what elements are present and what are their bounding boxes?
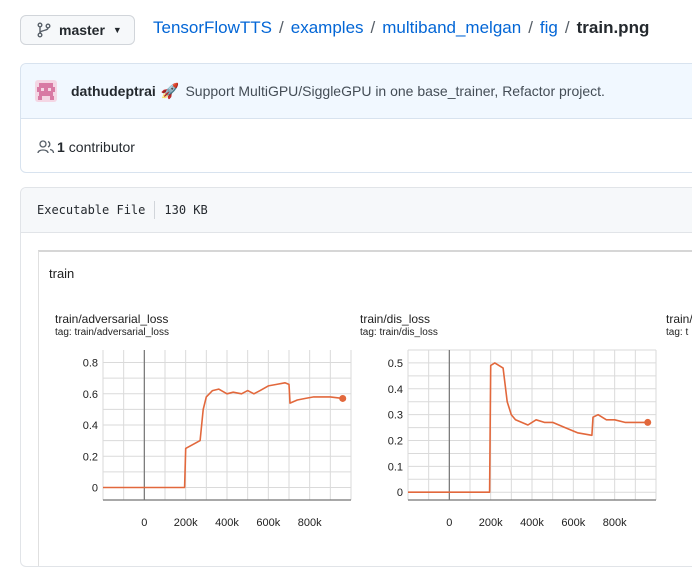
y-tick-label: 0.6 bbox=[83, 389, 98, 401]
chart-plot-1: 0 0.1 0.2 0.3 0.4 0.5 0 200k 400k 600k 800k bbox=[388, 349, 657, 529]
file-info-bar: Executable File 130 KB bbox=[21, 188, 692, 233]
latest-commit-box: dathudeptrai 🚀 Support MultiGPU/SiggleGP… bbox=[20, 63, 692, 173]
x-tick-label: 600k bbox=[561, 517, 585, 529]
y-tick-label: 0.3 bbox=[388, 410, 403, 422]
x-tick-label: 600k bbox=[256, 517, 280, 529]
x-tick-label: 200k bbox=[479, 517, 503, 529]
file-mode: Executable File bbox=[37, 203, 146, 217]
x-tick-label: 400k bbox=[215, 517, 239, 529]
commit-author-link[interactable]: dathudeptrai bbox=[71, 83, 156, 99]
file-info-divider bbox=[154, 201, 156, 219]
rocket-icon: 🚀 bbox=[160, 83, 180, 100]
y-tick-label: 0.2 bbox=[388, 436, 403, 448]
x-tick-label: 400k bbox=[520, 517, 544, 529]
breadcrumb-current-file: train.png bbox=[576, 18, 650, 37]
people-icon bbox=[37, 139, 55, 153]
branch-select-button[interactable]: master ▼ bbox=[20, 15, 135, 45]
y-tick-label: 0.5 bbox=[388, 358, 403, 370]
breadcrumb-repo-link[interactable]: TensorFlowTTS bbox=[153, 18, 272, 37]
breadcrumb-examples-link[interactable]: examples bbox=[291, 18, 364, 37]
commit-summary: dathudeptrai 🚀 Support MultiGPU/SiggleGP… bbox=[21, 64, 692, 119]
commit-message-link[interactable]: Support MultiGPU/SiggleGPU in one base_t… bbox=[185, 83, 604, 99]
x-tick-label: 0 bbox=[446, 517, 452, 529]
breadcrumb-separator: / bbox=[528, 18, 533, 37]
avatar[interactable] bbox=[35, 80, 57, 102]
image-section-title: train bbox=[49, 266, 75, 281]
x-tick-label: 800k bbox=[298, 517, 322, 529]
chart-title: train/ bbox=[666, 312, 692, 326]
breadcrumb-fig-link[interactable]: fig bbox=[540, 18, 558, 37]
breadcrumb-separator: / bbox=[279, 18, 284, 37]
y-tick-label: 0.1 bbox=[388, 461, 403, 473]
breadcrumb-separator: / bbox=[370, 18, 376, 37]
y-tick-label: 0 bbox=[397, 487, 403, 499]
chart-panel-adversarial-loss: train/adversarial_loss tag: train/advers… bbox=[55, 312, 355, 542]
x-tick-label: 800k bbox=[603, 517, 627, 529]
image-preview: train train/adversarial_loss tag: train/… bbox=[38, 250, 692, 566]
contributors-row[interactable]: 1 contributor bbox=[21, 119, 692, 174]
series-end-point bbox=[644, 418, 652, 426]
chart-plot-0: 0 0.2 0.4 0.6 0.8 0 200k 400k 600k 800k bbox=[83, 350, 352, 529]
contributor-label: contributor bbox=[68, 138, 135, 155]
breadcrumb-separator: / bbox=[564, 18, 570, 37]
y-tick-label: 0 bbox=[92, 483, 98, 495]
file-size: 130 KB bbox=[164, 203, 208, 217]
chart-subtitle: tag: t bbox=[666, 327, 689, 338]
contributor-count: 1 bbox=[57, 138, 65, 155]
breadcrumb-multiband-melgan-link[interactable]: multiband_melgan bbox=[382, 18, 521, 37]
x-tick-label: 200k bbox=[174, 517, 198, 529]
y-tick-label: 0.2 bbox=[83, 451, 98, 463]
breadcrumb: TensorFlowTTS / examples / multiband_melgan /… bbox=[153, 18, 649, 38]
branch-name: master bbox=[59, 22, 105, 38]
chart-panel-partial: train/ tag: t bbox=[666, 312, 692, 542]
git-branch-icon bbox=[37, 22, 51, 38]
chevron-down-icon: ▼ bbox=[112, 25, 122, 35]
y-tick-label: 0.4 bbox=[83, 420, 98, 432]
series-end-point bbox=[339, 394, 347, 402]
y-tick-label: 0.8 bbox=[83, 358, 98, 370]
x-tick-label: 0 bbox=[141, 517, 147, 529]
chart-panel-dis-loss: train/dis_loss tag: train/dis_loss 0 0.1 0… bbox=[360, 312, 660, 542]
y-tick-label: 0.4 bbox=[388, 384, 403, 396]
file-viewer: Executable File 130 KB train train/adver… bbox=[20, 187, 692, 567]
